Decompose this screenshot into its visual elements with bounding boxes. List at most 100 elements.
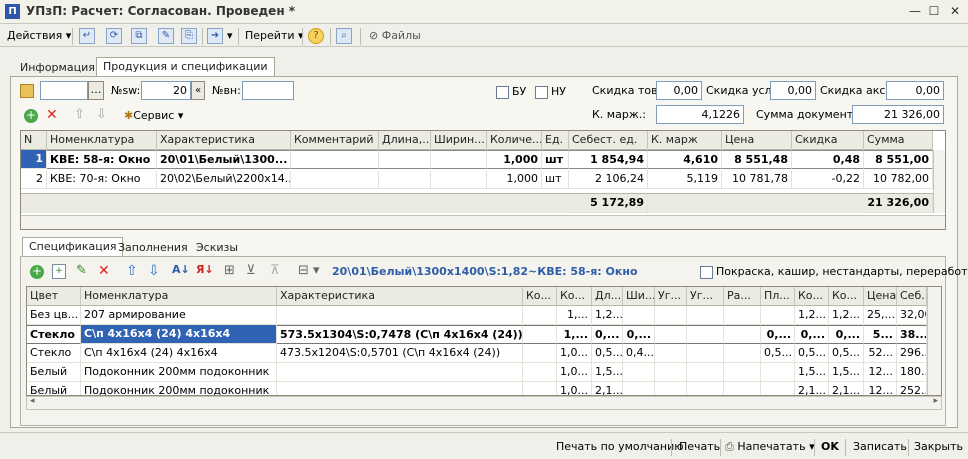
products-col-header[interactable]: Ед.: [542, 131, 569, 150]
products-cell[interactable]: 8 551,48: [722, 150, 792, 169]
products-hscroll[interactable]: [21, 215, 945, 229]
files-button[interactable]: ⊘ Файлы: [366, 27, 424, 45]
spec-cell[interactable]: [523, 382, 557, 395]
spec-cell[interactable]: [761, 306, 795, 325]
products-cell[interactable]: 2 106,24: [569, 170, 648, 189]
spec-col-header[interactable]: Пл...: [761, 287, 795, 306]
spec-col-header[interactable]: Ко...: [523, 287, 557, 306]
bu-checkbox[interactable]: [496, 86, 509, 99]
unpost-doc-icon[interactable]: ⎘: [181, 28, 197, 44]
spec-cell[interactable]: [623, 306, 655, 325]
post-doc-icon[interactable]: ✎: [158, 28, 174, 44]
spec-cell[interactable]: [523, 363, 557, 382]
subtab-spec[interactable]: Спецификация: [22, 237, 124, 257]
spec-cell[interactable]: [523, 325, 557, 344]
subtab-fillings[interactable]: Заполнения: [112, 239, 194, 257]
products-col-header[interactable]: Номенклатура: [47, 131, 157, 150]
spec-cell[interactable]: Стекло: [27, 344, 81, 363]
spec-cell[interactable]: 0,5...: [829, 344, 864, 363]
products-cell[interactable]: шт: [542, 170, 569, 189]
spec-cell[interactable]: 1,0...: [557, 382, 592, 395]
add-row-icon[interactable]: +: [24, 109, 38, 123]
products-cell[interactable]: 1 854,94: [569, 150, 648, 169]
spec-cell[interactable]: 0,5...: [761, 344, 795, 363]
spec-cell[interactable]: Белый: [27, 382, 81, 395]
spec-cell[interactable]: 1,2...: [829, 306, 864, 325]
move-up-icon[interactable]: ⇧: [74, 107, 85, 122]
filter-value-icon[interactable]: ⊻: [246, 263, 256, 278]
spec-cell[interactable]: [523, 344, 557, 363]
print-button[interactable]: Печать: [679, 438, 720, 455]
nsw-field[interactable]: 20: [141, 81, 191, 100]
kmarg-field[interactable]: 4,1226: [656, 105, 744, 124]
products-cell[interactable]: КВЕ: 58-я: Окно: [47, 150, 157, 169]
spec-delete-icon[interactable]: ✕: [98, 263, 110, 279]
spec-cell[interactable]: [724, 344, 761, 363]
products-cell[interactable]: 0,48: [792, 150, 864, 169]
spec-cell[interactable]: 207 армирование: [81, 306, 277, 325]
service-menu[interactable]: ✱Сервис ▾: [124, 106, 183, 125]
spec-cell[interactable]: Без цв...: [27, 306, 81, 325]
spec-col-header[interactable]: Номенклатура: [81, 287, 277, 306]
products-cell[interactable]: [379, 150, 431, 169]
goto-menu[interactable]: Перейти ▾: [242, 27, 307, 45]
spec-cell[interactable]: [655, 306, 687, 325]
spec-cell[interactable]: [724, 382, 761, 395]
spec-cell[interactable]: 0,...: [592, 325, 623, 344]
products-col-header[interactable]: Себест. ед.: [569, 131, 648, 150]
based-on-dropdown[interactable]: ▾: [224, 27, 236, 45]
tab-products[interactable]: Продукция и спецификации: [96, 57, 275, 77]
docsum-field[interactable]: 21 326,00: [852, 105, 944, 124]
products-cell[interactable]: 8 551,00: [864, 150, 933, 169]
spec-cell[interactable]: Белый: [27, 363, 81, 382]
nsw-prev-icon[interactable]: «: [191, 81, 205, 100]
spec-cell[interactable]: 32,00: [897, 306, 927, 325]
products-col-header[interactable]: Ширин...: [431, 131, 487, 150]
ok-button[interactable]: OK: [821, 438, 839, 455]
save-button[interactable]: Записать: [853, 438, 907, 455]
spec-cell[interactable]: 38...: [897, 325, 927, 344]
spec-col-header[interactable]: Характеристика: [277, 287, 523, 306]
spec-cell[interactable]: 1,5...: [829, 363, 864, 382]
spec-cell[interactable]: 12...: [864, 382, 897, 395]
spec-cell[interactable]: 0,...: [623, 325, 655, 344]
products-cell[interactable]: 1,000: [487, 170, 542, 189]
move-down-icon[interactable]: ⇩: [96, 107, 107, 122]
spec-cell[interactable]: 0,...: [829, 325, 864, 344]
spec-cell[interactable]: Подоконник 200мм подоконник: [81, 382, 277, 395]
disc-serv-field[interactable]: 0,00: [770, 81, 816, 100]
spec-cell[interactable]: [687, 344, 724, 363]
spec-cell[interactable]: 25,...: [864, 306, 897, 325]
spec-cell[interactable]: [655, 325, 687, 344]
spec-hscroll[interactable]: ◂ ▸: [26, 396, 942, 410]
nu-checkbox[interactable]: [535, 86, 548, 99]
minimize-icon[interactable]: —: [906, 3, 924, 20]
products-col-header[interactable]: N: [21, 131, 47, 150]
nvn-field[interactable]: [242, 81, 294, 100]
products-cell[interactable]: [379, 170, 431, 189]
spec-col-header[interactable]: Дл...: [592, 287, 623, 306]
close-icon[interactable]: ✕: [946, 3, 964, 20]
spec-cell[interactable]: [687, 325, 724, 344]
spec-cell[interactable]: 5...: [864, 325, 897, 344]
spec-cell[interactable]: С\п 4х16х4 (24) 4х16х4: [81, 325, 277, 344]
spec-cell[interactable]: 0,...: [795, 325, 829, 344]
filter-icon[interactable]: ⊞: [224, 263, 235, 278]
spec-cell[interactable]: 1,5...: [592, 363, 623, 382]
select-button[interactable]: …: [88, 81, 104, 100]
print-default-button[interactable]: Печать по умолчанию: [556, 438, 684, 455]
spec-cell[interactable]: [655, 382, 687, 395]
spec-cell[interactable]: [761, 363, 795, 382]
products-cell[interactable]: 1,000: [487, 150, 542, 169]
products-col-header[interactable]: Количе...: [487, 131, 542, 150]
spec-cell[interactable]: [687, 382, 724, 395]
spec-col-header[interactable]: Ра...: [724, 287, 761, 306]
sort-desc-icon[interactable]: Я↓: [196, 263, 214, 276]
spec-cell[interactable]: 2,1...: [592, 382, 623, 395]
spec-cell[interactable]: 180...: [897, 363, 927, 382]
spec-cell[interactable]: 573.5x1304\S:0,7478 (С\п 4х16х4 (24)): [277, 325, 523, 344]
spec-cell[interactable]: 0,5...: [592, 344, 623, 363]
spec-cell[interactable]: 52...: [864, 344, 897, 363]
spec-cell[interactable]: 252...: [897, 382, 927, 395]
products-col-header[interactable]: К. марж: [648, 131, 722, 150]
